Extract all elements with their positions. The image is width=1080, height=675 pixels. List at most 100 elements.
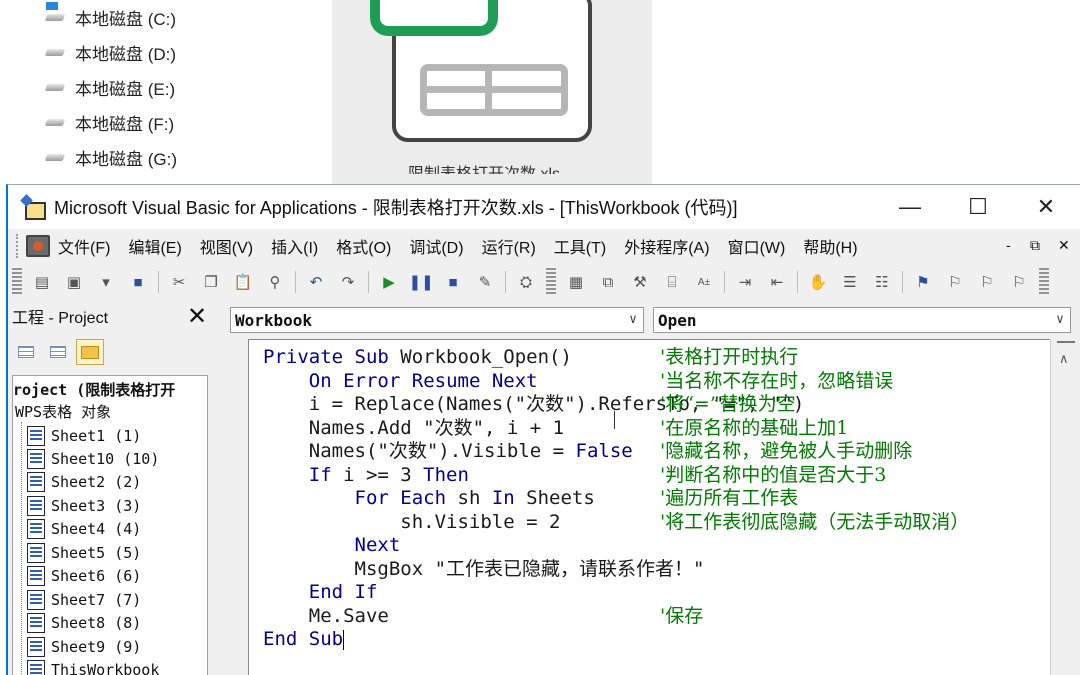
code-comment[interactable]: '在原名称的基础上加1 xyxy=(660,417,848,440)
tree-item-sheet[interactable]: Sheet3 (3) xyxy=(27,494,141,517)
scroll-up-icon[interactable]: ∧ xyxy=(1059,351,1069,367)
drive-item-c[interactable]: 本地磁盘 (C:) xyxy=(44,2,176,29)
cut-icon[interactable]: ✂ xyxy=(168,272,190,292)
tree-item-thisworkbook[interactable]: ThisWorkbook xyxy=(27,658,159,675)
indent-icon[interactable]: ⇥ xyxy=(734,272,756,292)
toolbar-grip[interactable] xyxy=(1039,268,1049,296)
code-margin-indicator-bar[interactable] xyxy=(218,339,248,675)
code-line[interactable]: MsgBox "工作表已隐藏，请联系作者！" xyxy=(263,558,705,581)
toolbar-grip[interactable] xyxy=(12,268,22,296)
outdent-icon[interactable]: ⇤ xyxy=(766,272,788,292)
toolbox-icon[interactable]: ⚒ xyxy=(629,272,651,292)
mdi-minimize-button[interactable]: - xyxy=(1006,237,1011,253)
tree-folder-objects[interactable]: WPS表格 对象 xyxy=(15,400,111,423)
code-line[interactable]: Private Sub Workbook_Open() xyxy=(263,346,572,369)
code-comment[interactable]: '保存 xyxy=(660,605,703,628)
menubar-grip[interactable] xyxy=(16,234,20,258)
menu-insert[interactable]: 插入(I) xyxy=(271,234,318,258)
code-line[interactable]: Names.Add "次数", i + 1 xyxy=(263,417,564,440)
code-comment[interactable]: '遍历所有工作表 xyxy=(660,487,798,510)
bookmark-icon[interactable]: ⚑ xyxy=(912,272,934,292)
uncomment-block-icon[interactable]: ☷ xyxy=(871,272,893,292)
tree-item-sheet[interactable]: Sheet5 (5) xyxy=(27,541,141,564)
menu-window[interactable]: 窗口(W) xyxy=(728,234,786,258)
drive-item-e[interactable]: 本地磁盘 (E:) xyxy=(44,75,175,99)
code-line[interactable]: Me.Save xyxy=(263,605,389,628)
menu-debug[interactable]: 调试(D) xyxy=(409,234,463,258)
find-icon[interactable]: ⚲ xyxy=(264,272,286,292)
view-code-button[interactable] xyxy=(12,339,40,365)
title-bar[interactable]: Microsoft Visual Basic for Applications … xyxy=(8,185,1080,229)
maximize-button[interactable]: ☐ xyxy=(944,185,1012,229)
minimize-button[interactable]: — xyxy=(876,185,944,229)
mdi-restore-button[interactable]: ⧉ xyxy=(1030,237,1040,254)
code-line[interactable]: For Each sh In Sheets xyxy=(263,487,595,510)
copy-icon[interactable]: ❐ xyxy=(200,272,222,292)
insert-userform-icon[interactable]: ▣ xyxy=(63,272,85,292)
tree-item-sheet[interactable]: Sheet1 (1) xyxy=(27,424,141,447)
save-icon[interactable]: ■ xyxy=(127,272,149,292)
toolbar-grip[interactable] xyxy=(546,268,556,296)
code-line[interactable]: sh.Visible = 2 xyxy=(263,511,560,534)
drive-item-d[interactable]: 本地磁盘 (D:) xyxy=(44,40,176,64)
tree-item-sheet[interactable]: Sheet4 (4) xyxy=(27,517,141,540)
clear-bookmarks-icon[interactable]: ⚐ xyxy=(1008,272,1030,292)
close-button[interactable]: ✕ xyxy=(1012,185,1080,229)
complete-word-icon[interactable]: A± xyxy=(693,272,715,292)
comment-block-icon[interactable]: ☰ xyxy=(839,272,861,292)
next-bookmark-icon[interactable]: ⚐ xyxy=(944,272,966,292)
code-comment[interactable]: '当名称不存在时，忽略错误 xyxy=(660,370,893,393)
menu-addins[interactable]: 外接程序(A) xyxy=(624,234,709,258)
drive-item-f[interactable]: 本地磁盘 (F:) xyxy=(44,110,174,134)
code-editor[interactable]: Private Sub Workbook_Open() '表格打开时执行 On E… xyxy=(248,339,1050,675)
code-line[interactable]: Next xyxy=(263,534,401,557)
project-explorer-icon[interactable]: ⛭ xyxy=(515,272,537,292)
menu-edit[interactable]: 编辑(E) xyxy=(128,234,181,258)
tree-project-root[interactable]: roject (限制表格打开 xyxy=(13,378,175,401)
code-line[interactable]: If i >= 3 Then xyxy=(263,464,469,487)
vertical-scrollbar[interactable]: ∧ xyxy=(1050,339,1080,675)
breakpoint-icon[interactable]: ✋ xyxy=(807,272,829,292)
tree-item-sheet[interactable]: Sheet8 (8) xyxy=(27,611,141,634)
dropdown-arrow-icon[interactable]: ▾ xyxy=(95,272,117,292)
prev-bookmark-icon[interactable]: ⚐ xyxy=(976,272,998,292)
drive-item-g[interactable]: 本地磁盘 (G:) xyxy=(44,145,177,169)
tree-item-sheet[interactable]: Sheet6 (6) xyxy=(27,564,141,587)
object-dropdown[interactable]: Workbook ∨ xyxy=(230,307,644,333)
undo-icon[interactable]: ↶ xyxy=(305,272,327,292)
split-bar[interactable] xyxy=(1057,341,1075,343)
vba-system-menu-icon[interactable] xyxy=(26,235,50,257)
code-comment[interactable]: '表格打开时执行 xyxy=(660,346,798,369)
view-object-button[interactable] xyxy=(44,339,72,365)
properties-icon[interactable]: ▦ xyxy=(565,272,587,292)
menu-format[interactable]: 格式(O) xyxy=(336,234,391,258)
menu-view[interactable]: 视图(V) xyxy=(200,234,253,258)
code-line[interactable]: Names("次数").Visible = False xyxy=(263,440,633,463)
project-panel-close-button[interactable]: ✕ xyxy=(184,302,210,331)
code-comment[interactable]: '判断名称中的值是否大于3 xyxy=(660,464,886,487)
tree-item-sheet[interactable]: Sheet10 (10) xyxy=(27,447,159,470)
object-browser-icon[interactable]: ⧉ xyxy=(597,272,619,292)
tree-item-sheet[interactable]: Sheet9 (9) xyxy=(27,635,141,658)
code-line[interactable]: End Sub xyxy=(263,628,345,651)
menu-help[interactable]: 帮助(H) xyxy=(803,234,857,258)
quick-info-icon[interactable]: ⌸ xyxy=(661,272,683,292)
mdi-close-button[interactable]: ✕ xyxy=(1058,237,1070,254)
run-icon[interactable]: ▶ xyxy=(378,272,400,292)
design-mode-icon[interactable]: ✎ xyxy=(474,272,496,292)
redo-icon[interactable]: ↷ xyxy=(337,272,359,292)
menu-tools[interactable]: 工具(T) xyxy=(554,234,606,258)
paste-icon[interactable]: 📋 xyxy=(232,272,254,292)
procedure-dropdown[interactable]: Open ∨ xyxy=(653,307,1071,333)
tree-item-sheet[interactable]: Sheet7 (7) xyxy=(27,588,141,611)
menu-file[interactable]: 文件(F) xyxy=(58,234,110,258)
toggle-folders-button[interactable] xyxy=(76,339,104,365)
code-line[interactable]: End If xyxy=(263,581,378,604)
menu-run[interactable]: 运行(R) xyxy=(482,234,536,258)
code-comment[interactable]: '将“=”替换为空 xyxy=(660,393,796,416)
reset-icon[interactable]: ■ xyxy=(442,272,464,292)
code-line[interactable]: On Error Resume Next xyxy=(263,370,538,393)
code-comment[interactable]: '隐藏名称，避免被人手动删除 xyxy=(660,440,912,463)
code-comment[interactable]: '将工作表彻底隐藏（无法手动取消） xyxy=(660,511,969,534)
view-excel-icon[interactable]: ▤ xyxy=(31,272,53,292)
